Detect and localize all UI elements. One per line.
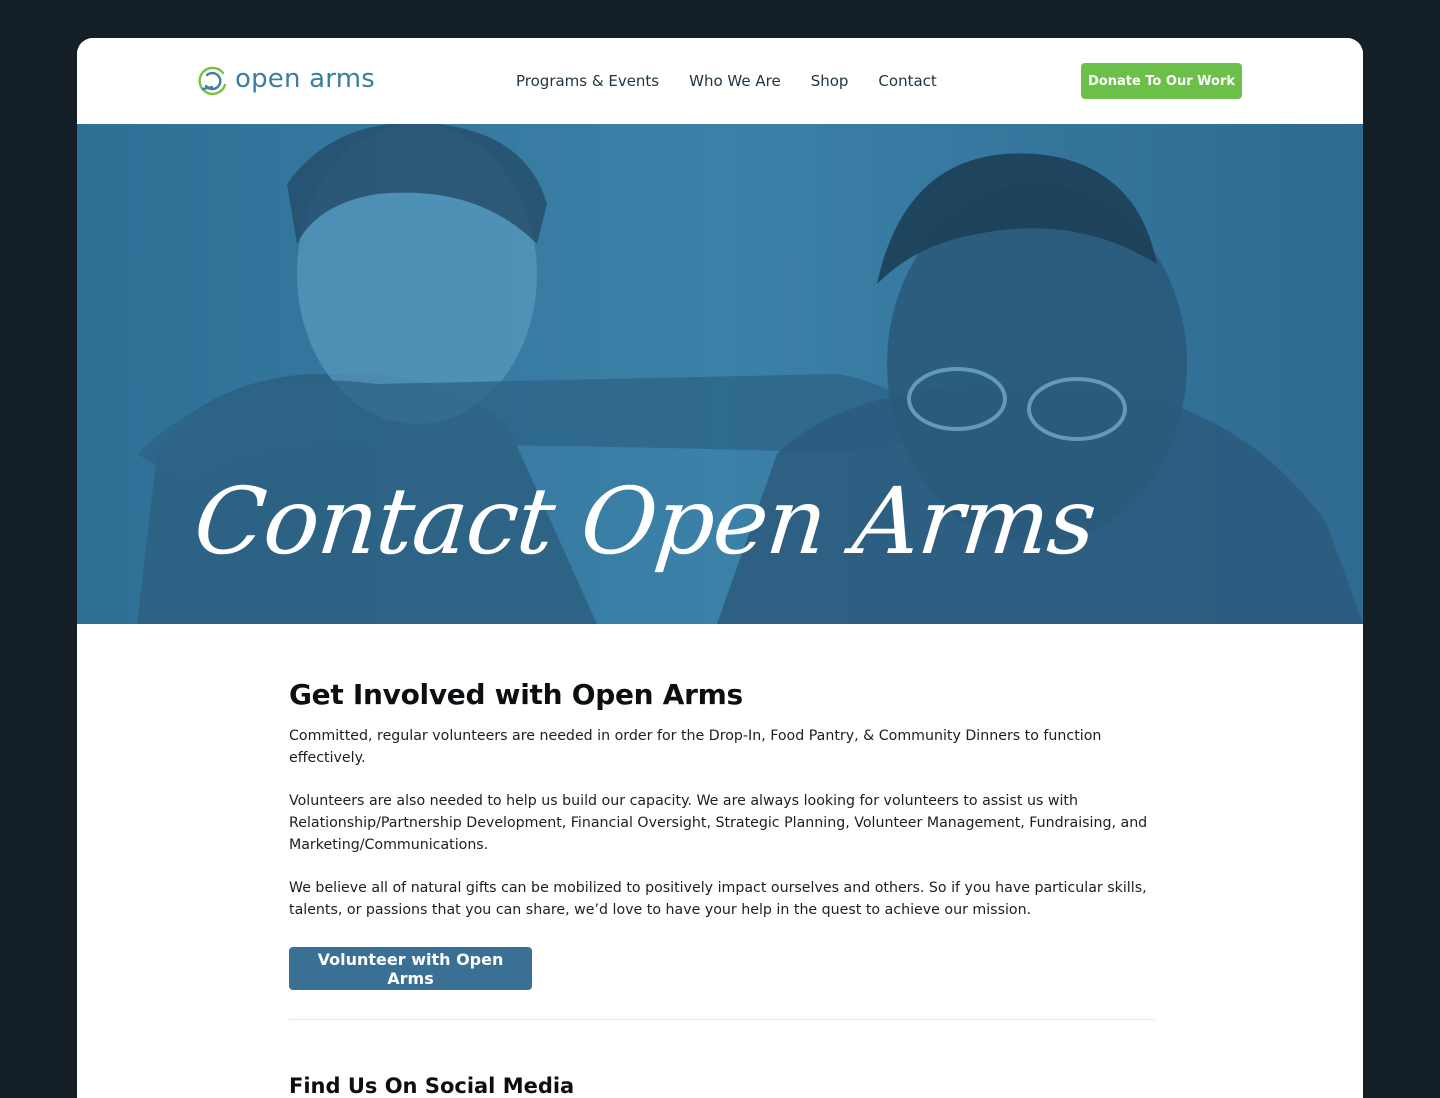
main-nav: Programs & Events Who We Are Shop Contac…	[516, 72, 937, 90]
donate-button[interactable]: Donate To Our Work	[1081, 63, 1242, 99]
paragraph-3: We believe all of natural gifts can be m…	[289, 880, 1147, 918]
social-heading: Find Us On Social Media	[289, 1074, 575, 1098]
paragraph-1: Committed, regular volunteers are needed…	[289, 728, 1102, 766]
hero-banner: Contact Open Arms	[77, 124, 1363, 624]
divider	[289, 1019, 1155, 1020]
main-content: Get Involved with Open Arms Committed, r…	[289, 678, 1155, 1098]
logo[interactable]: open arms	[197, 64, 375, 98]
browser-frame: open arms Programs & Events Who We Are S…	[77, 38, 1363, 1098]
nav-programs-events[interactable]: Programs & Events	[516, 72, 659, 90]
hero-title: Contact Open Arms	[189, 468, 1101, 575]
nav-who-we-are[interactable]: Who We Are	[689, 72, 781, 90]
section-heading: Get Involved with Open Arms	[289, 678, 743, 711]
paragraph-2: Volunteers are also needed to help us bu…	[289, 793, 1148, 853]
logo-text: open arms	[235, 64, 375, 94]
nav-contact[interactable]: Contact	[878, 72, 936, 90]
nav-shop[interactable]: Shop	[811, 72, 849, 90]
open-arms-logo-icon	[198, 66, 227, 96]
volunteer-button[interactable]: Volunteer with Open Arms	[289, 947, 532, 990]
site-header: open arms Programs & Events Who We Are S…	[77, 38, 1363, 125]
